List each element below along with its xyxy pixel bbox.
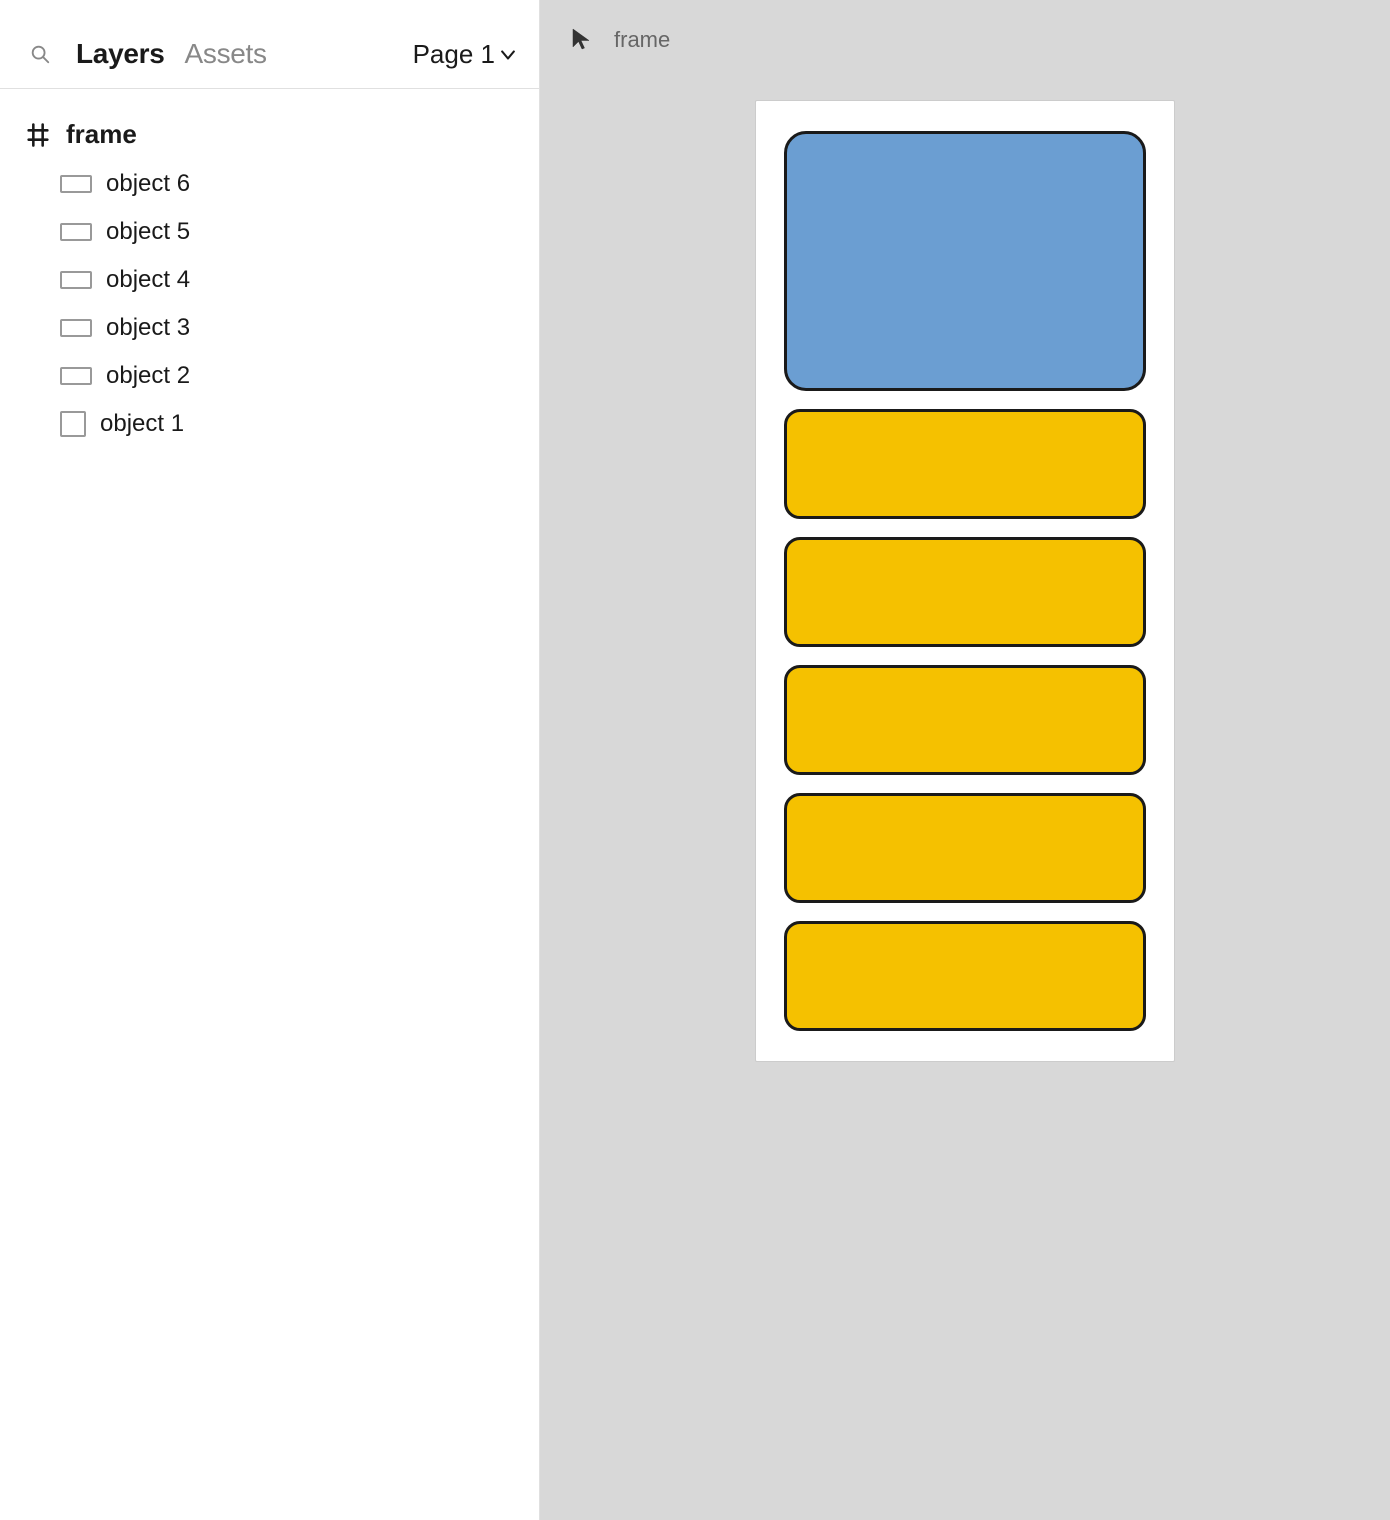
- canvas-object-yellow-5: [784, 409, 1146, 519]
- cursor-icon: [564, 22, 600, 58]
- layer-object5[interactable]: object 5: [0, 208, 539, 256]
- canvas-header: frame: [540, 0, 1390, 80]
- layer-object2[interactable]: object 2: [0, 352, 539, 400]
- object4-label: object 4: [106, 266, 190, 294]
- object3-label: object 3: [106, 314, 190, 342]
- panel-header: Layers Assets Page 1: [0, 0, 539, 88]
- layers-content: frame object 6 object 5: [0, 89, 539, 1520]
- canvas-area: [540, 80, 1390, 1520]
- page-selector[interactable]: Page 1: [413, 39, 515, 70]
- frame-hash-icon: [24, 121, 52, 149]
- layer-object1[interactable]: object 1: [0, 400, 539, 448]
- rect-wide-icon-4: [60, 271, 92, 289]
- rect-square-icon-1: [60, 411, 86, 437]
- rect-wide-icon-2: [60, 367, 92, 385]
- layer-object4[interactable]: object 4: [0, 256, 539, 304]
- search-icon[interactable]: [24, 38, 56, 70]
- canvas-object-blue: [784, 131, 1146, 391]
- object1-label: object 1: [100, 410, 184, 438]
- rect-wide-icon-3: [60, 319, 92, 337]
- app-container: Layers Assets Page 1: [0, 0, 1390, 1520]
- tab-assets[interactable]: Assets: [185, 38, 267, 70]
- rect-wide-icon-6: [60, 175, 92, 193]
- right-panel: frame: [540, 0, 1390, 1520]
- canvas-object-yellow-4: [784, 537, 1146, 647]
- canvas-object-yellow-2: [784, 793, 1146, 903]
- tab-layers[interactable]: Layers: [76, 38, 165, 70]
- layer-object6[interactable]: object 6: [0, 160, 539, 208]
- left-panel: Layers Assets Page 1: [0, 0, 540, 1520]
- canvas-object-yellow-1: [784, 921, 1146, 1031]
- layer-frame[interactable]: frame: [0, 109, 539, 160]
- rect-wide-icon-5: [60, 223, 92, 241]
- canvas-frame-label: frame: [614, 27, 670, 53]
- object2-label: object 2: [106, 362, 190, 390]
- object5-label: object 5: [106, 218, 190, 246]
- frame-canvas: [755, 100, 1175, 1062]
- canvas-object-yellow-3: [784, 665, 1146, 775]
- object6-label: object 6: [106, 170, 190, 198]
- layer-object3[interactable]: object 3: [0, 304, 539, 352]
- frame-layer-label: frame: [66, 119, 137, 150]
- page-label: Page 1: [413, 39, 495, 70]
